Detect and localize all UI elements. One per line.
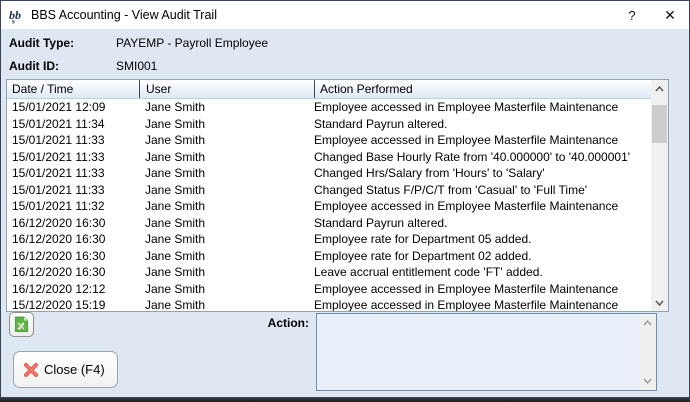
export-to-excel-button[interactable] [9, 312, 34, 337]
table-row[interactable]: 16/12/2020 16:30 Jane Smith Employee rat… [7, 231, 651, 248]
cell-action-performed: Employee rate for Department 02 added. [314, 248, 651, 265]
column-header-date-time[interactable]: Date / Time [7, 80, 139, 98]
audit-id-label: Audit ID: [9, 59, 59, 73]
cell-date-time: 16/12/2020 16:30 [7, 215, 139, 232]
title-bar: bb s BBS Accounting - View Audit Trail ?… [1, 1, 689, 29]
cell-action-performed: Changed Status F/P/C/T from 'Casual' to … [314, 182, 651, 199]
cell-action-performed: Standard Payrun altered. [314, 116, 651, 133]
cell-action-performed: Employee accessed in Employee Masterfile… [314, 132, 651, 149]
table-vertical-scrollbar[interactable] [651, 80, 668, 311]
window-title: BBS Accounting - View Audit Trail [31, 8, 217, 22]
cell-date-time: 16/12/2020 12:12 [7, 281, 139, 298]
cell-user: Jane Smith [139, 198, 314, 215]
red-x-icon [23, 362, 39, 378]
cell-date-time: 15/01/2021 11:33 [7, 182, 139, 199]
window-close-button[interactable]: ✕ [651, 1, 689, 29]
table-row[interactable]: 15/01/2021 11:32 Jane Smith Employee acc… [7, 198, 651, 215]
column-header-user[interactable]: User [139, 80, 314, 98]
titlebar-buttons: ? ✕ [613, 1, 689, 29]
cell-user: Jane Smith [139, 99, 314, 116]
table-main: Date / Time User Action Performed 15/01/… [7, 80, 651, 311]
cell-date-time: 15/01/2021 11:33 [7, 149, 139, 166]
audit-table-rows: 15/01/2021 12:09 Jane Smith Employee acc… [7, 99, 651, 311]
cell-action-performed: Standard Payrun altered. [314, 215, 651, 232]
background-app-strip [0, 398, 690, 402]
cell-user: Jane Smith [139, 149, 314, 166]
view-audit-trail-dialog: bb s BBS Accounting - View Audit Trail ?… [0, 0, 690, 398]
table-row[interactable]: 16/12/2020 12:12 Jane Smith Employee acc… [7, 281, 651, 298]
cell-user: Jane Smith [139, 182, 314, 199]
excel-export-icon [14, 316, 29, 333]
screen: bb s BBS Accounting - View Audit Trail ?… [0, 0, 690, 402]
cell-action-performed: Changed Hrs/Salary from 'Hours' to 'Sala… [314, 165, 651, 182]
cell-action-performed: Employee accessed in Employee Masterfile… [314, 99, 651, 116]
audit-id-value: SMI001 [116, 59, 157, 73]
cell-user: Jane Smith [139, 264, 314, 281]
cell-date-time: 16/12/2020 16:30 [7, 264, 139, 281]
action-scroll-up-icon[interactable] [639, 315, 656, 331]
cell-date-time: 15/01/2021 11:33 [7, 165, 139, 182]
cell-date-time: 15/12/2020 15:19 [7, 297, 139, 311]
cell-date-time: 16/12/2020 16:30 [7, 248, 139, 265]
column-header-action-performed[interactable]: Action Performed [314, 80, 651, 98]
scroll-down-arrow-icon[interactable] [651, 294, 668, 311]
scrollbar-thumb[interactable] [652, 105, 667, 143]
cell-date-time: 15/01/2021 12:09 [7, 99, 139, 116]
table-row[interactable]: 16/12/2020 16:30 Jane Smith Standard Pay… [7, 215, 651, 232]
svg-text:s: s [12, 17, 15, 24]
scroll-up-arrow-icon[interactable] [651, 80, 668, 97]
cell-action-performed: Changed Base Hourly Rate from '40.000000… [314, 149, 651, 166]
action-label: Action: [231, 316, 309, 330]
cell-user: Jane Smith [139, 116, 314, 133]
help-button[interactable]: ? [613, 1, 651, 29]
cell-user: Jane Smith [139, 281, 314, 298]
table-row[interactable]: 16/12/2020 16:30 Jane Smith Leave accrua… [7, 264, 651, 281]
cell-user: Jane Smith [139, 215, 314, 232]
action-textbox-wrapper [316, 313, 657, 391]
cell-date-time: 16/12/2020 16:30 [7, 231, 139, 248]
app-icon: bb s [8, 7, 25, 24]
cell-action-performed: Employee accessed in Employee Masterfile… [314, 198, 651, 215]
table-row[interactable]: 15/01/2021 11:33 Jane Smith Changed Stat… [7, 182, 651, 199]
cell-user: Jane Smith [139, 132, 314, 149]
action-scrollbar[interactable] [639, 314, 656, 390]
cell-user: Jane Smith [139, 248, 314, 265]
table-row[interactable]: 15/01/2021 11:33 Jane Smith Changed Base… [7, 149, 651, 166]
cell-user: Jane Smith [139, 297, 314, 311]
cell-action-performed: Employee rate for Department 05 added. [314, 231, 651, 248]
table-row[interactable]: 15/01/2021 12:09 Jane Smith Employee acc… [7, 99, 651, 116]
audit-trail-table: Date / Time User Action Performed 15/01/… [6, 79, 669, 312]
cell-date-time: 15/01/2021 11:33 [7, 132, 139, 149]
cell-date-time: 15/01/2021 11:34 [7, 116, 139, 133]
cell-user: Jane Smith [139, 231, 314, 248]
audit-type-label: Audit Type: [9, 36, 74, 50]
table-row[interactable]: 15/01/2021 11:33 Jane Smith Employee acc… [7, 132, 651, 149]
table-header: Date / Time User Action Performed [7, 80, 651, 99]
cell-action-performed: Employee accessed in Employee Masterfile… [314, 297, 651, 311]
svg-text:bb: bb [9, 8, 21, 22]
cell-user: Jane Smith [139, 165, 314, 182]
cell-action-performed: Employee accessed in Employee Masterfile… [314, 281, 651, 298]
cell-date-time: 15/01/2021 11:32 [7, 198, 139, 215]
action-scroll-down-icon[interactable] [639, 373, 656, 389]
action-textbox[interactable] [317, 314, 639, 390]
cell-action-performed: Leave accrual entitlement code 'FT' adde… [314, 264, 651, 281]
table-row[interactable]: 16/12/2020 16:30 Jane Smith Employee rat… [7, 248, 651, 265]
table-row[interactable]: 15/01/2021 11:33 Jane Smith Changed Hrs/… [7, 165, 651, 182]
audit-type-value: PAYEMP - Payroll Employee [116, 36, 268, 50]
table-row[interactable]: 15/01/2021 11:34 Jane Smith Standard Pay… [7, 116, 651, 133]
close-f4-button[interactable]: Close (F4) [13, 351, 118, 388]
close-button-label: Close (F4) [44, 362, 105, 377]
table-row[interactable]: 15/12/2020 15:19 Jane Smith Employee acc… [7, 297, 651, 311]
